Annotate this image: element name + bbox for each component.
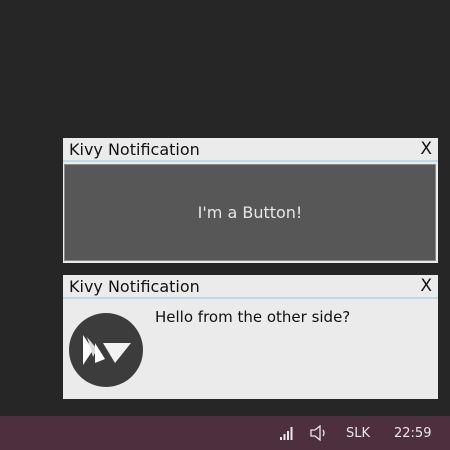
close-button[interactable]: X <box>420 140 432 158</box>
volume-icon[interactable] <box>310 425 328 441</box>
close-button[interactable]: X <box>420 277 432 295</box>
notification-titlebar: Kivy Notification X <box>63 138 438 162</box>
notification-message: Hello from the other side? <box>155 308 351 326</box>
taskbar: SLK 22:59 <box>0 416 450 450</box>
notification-title: Kivy Notification <box>69 277 200 296</box>
network-signal-icon[interactable] <box>279 425 295 441</box>
clock[interactable]: 22:59 <box>394 426 431 441</box>
notification-window-2: Kivy Notification X Hello from the other… <box>63 275 438 399</box>
input-language-indicator[interactable]: SLK <box>346 426 370 441</box>
notification-action-button[interactable]: I'm a Button! <box>64 164 436 261</box>
notification-title: Kivy Notification <box>69 140 200 159</box>
kivy-logo-icon <box>69 313 143 387</box>
notification-window-1: Kivy Notification X I'm a Button! <box>63 138 438 263</box>
notification-titlebar: Kivy Notification X <box>63 275 438 299</box>
